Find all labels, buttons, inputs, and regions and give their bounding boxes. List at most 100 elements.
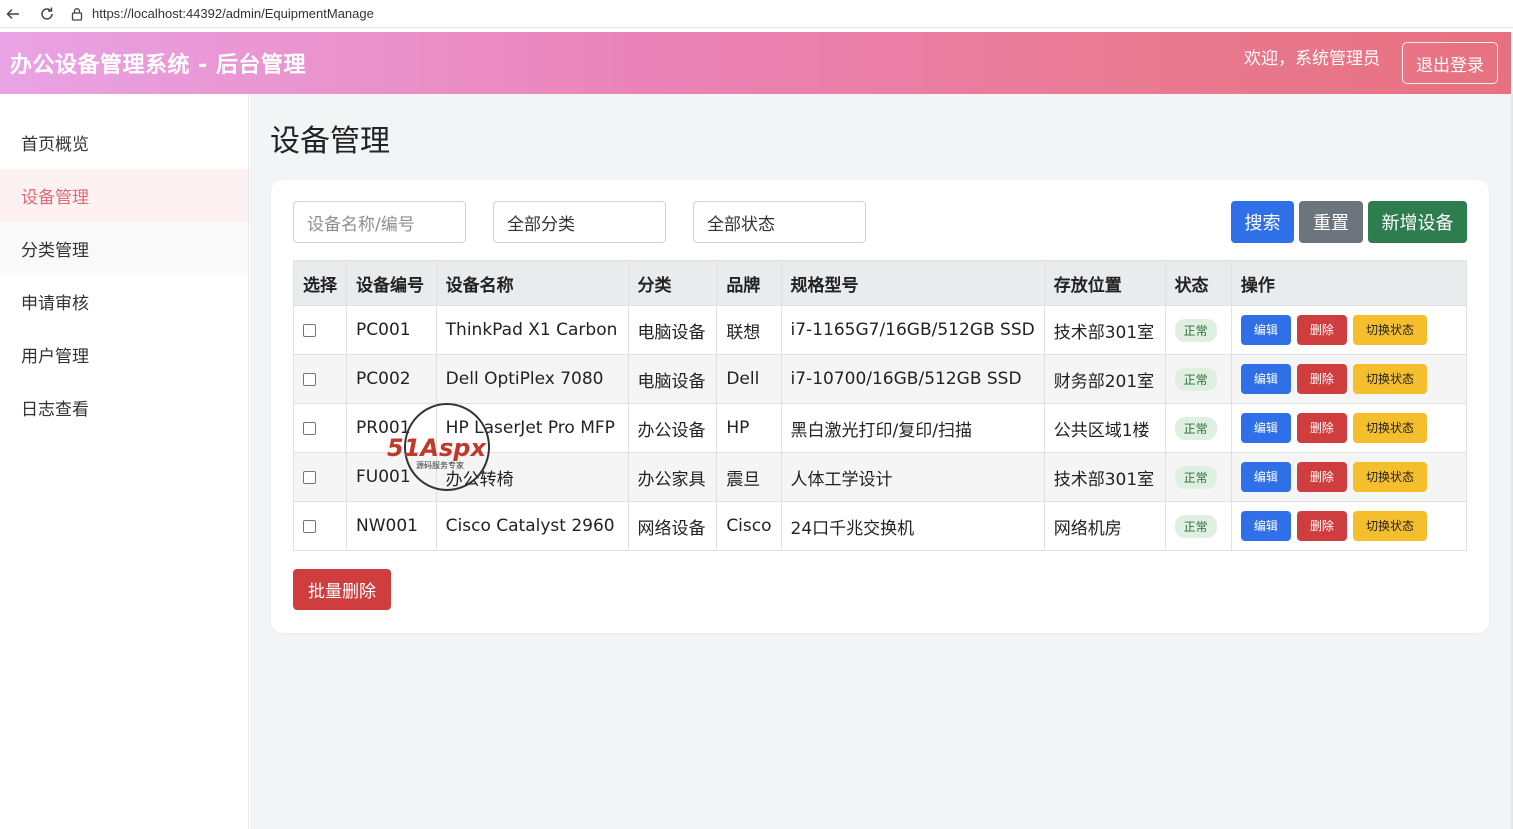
header-code: 设备编号 (346, 260, 437, 306)
header-spec: 规格型号 (780, 260, 1045, 306)
cell-spec: 人体工学设计 (780, 452, 1045, 502)
url-text: https://localhost:44392/admin/EquipmentM… (92, 6, 374, 21)
delete-button[interactable]: 删除 (1296, 315, 1347, 345)
row-checkbox[interactable] (303, 372, 316, 386)
delete-button[interactable]: 删除 (1296, 413, 1347, 443)
main-content: 设备管理 设备名称/编号 全部分类 全部状态 搜索 重置 新增设备 选择 设备编… (250, 94, 1511, 829)
cell-location: 技术部301室 (1043, 452, 1166, 502)
toggle-status-button[interactable]: 切换状态 (1352, 315, 1427, 345)
sidebar-item-approvals[interactable]: 申请审核 (0, 275, 248, 328)
delete-button[interactable]: 删除 (1296, 511, 1347, 541)
sidebar: 首页概览 设备管理 分类管理 申请审核 用户管理 日志查看 (0, 94, 249, 829)
edit-button[interactable]: 编辑 (1240, 315, 1291, 345)
sidebar-item-users[interactable]: 用户管理 (0, 328, 248, 381)
cell-location: 公共区域1楼 (1043, 403, 1166, 453)
cell-code: FU001 (346, 452, 437, 502)
cell-name: 办公转椅 (435, 452, 629, 502)
status-badge: 正常 (1174, 318, 1217, 342)
row-checkbox[interactable] (303, 421, 316, 435)
cell-brand: HP (716, 403, 782, 453)
row-checkbox[interactable] (303, 470, 316, 484)
row-checkbox[interactable] (303, 323, 316, 337)
sidebar-item-logs[interactable]: 日志查看 (0, 381, 248, 434)
filter-row: 设备名称/编号 全部分类 全部状态 搜索 重置 新增设备 (293, 201, 1467, 243)
toggle-status-button[interactable]: 切换状态 (1352, 413, 1427, 443)
cell-spec: i7-10700/16GB/512GB SSD (780, 354, 1045, 404)
cell-category: 网络设备 (627, 501, 718, 551)
reload-icon (41, 7, 53, 20)
edit-button[interactable]: 编辑 (1240, 462, 1291, 492)
cell-name: Dell OptiPlex 7080 (435, 354, 629, 404)
equipment-table: 选择 设备编号 设备名称 分类 品牌 规格型号 存放位置 状态 操作 PC001… (293, 260, 1468, 551)
reset-button[interactable]: 重置 (1299, 201, 1363, 243)
header-actions: 操作 (1230, 260, 1468, 306)
url-field[interactable]: https://localhost:44392/admin/EquipmentM… (70, 6, 374, 21)
cell-location: 财务部201室 (1043, 354, 1166, 404)
status-badge: 正常 (1174, 367, 1217, 391)
cell-brand: 震旦 (716, 452, 782, 502)
status-badge: 正常 (1174, 416, 1217, 440)
table-row: PC002 Dell OptiPlex 7080 电脑设备 Dell i7-10… (293, 354, 1468, 404)
header-brand: 品牌 (716, 260, 782, 306)
bulk-delete-button[interactable]: 批量删除 (293, 569, 391, 610)
delete-button[interactable]: 删除 (1296, 364, 1347, 394)
browser-address-bar: https://localhost:44392/admin/EquipmentM… (0, 0, 1513, 28)
app-title: 办公设备管理系统 - 后台管理 (10, 53, 306, 78)
edit-button[interactable]: 编辑 (1240, 511, 1291, 541)
status-badge: 正常 (1174, 514, 1217, 538)
cell-category: 电脑设备 (627, 305, 718, 355)
welcome-text: 欢迎，系统管理员 (1244, 48, 1380, 69)
cell-location: 网络机房 (1043, 501, 1166, 551)
table-row: NW001 Cisco Catalyst 2960 网络设备 Cisco 24口… (293, 501, 1468, 551)
cell-code: PR001 (346, 403, 437, 453)
edit-button[interactable]: 编辑 (1240, 364, 1291, 394)
cell-spec: 24口千兆交换机 (780, 501, 1045, 551)
equipment-card: 设备名称/编号 全部分类 全部状态 搜索 重置 新增设备 选择 设备编号 设备名… (271, 180, 1489, 633)
row-checkbox[interactable] (303, 519, 316, 533)
lock-icon (71, 7, 83, 21)
sidebar-item-dashboard[interactable]: 首页概览 (0, 116, 248, 169)
cell-name: ThinkPad X1 Carbon (435, 305, 629, 355)
cell-name: Cisco Catalyst 2960 (435, 501, 629, 551)
toggle-status-button[interactable]: 切换状态 (1352, 511, 1427, 541)
table-row: PR001 HP LaserJet Pro MFP 办公设备 HP 黑白激光打印… (293, 403, 1468, 453)
logout-button[interactable]: 退出登录 (1402, 42, 1498, 84)
cell-code: NW001 (346, 501, 437, 551)
header-name: 设备名称 (435, 260, 629, 306)
sidebar-item-categories[interactable]: 分类管理 (0, 222, 248, 275)
toggle-status-button[interactable]: 切换状态 (1352, 364, 1427, 394)
header-location: 存放位置 (1043, 260, 1166, 306)
search-button[interactable]: 搜索 (1231, 201, 1294, 243)
table-row: FU001 办公转椅 办公家具 震旦 人体工学设计 技术部301室 正常 编辑删… (293, 452, 1468, 502)
cell-code: PC002 (346, 354, 437, 404)
header-status: 状态 (1164, 260, 1232, 306)
add-equipment-button[interactable]: 新增设备 (1368, 201, 1467, 243)
back-button[interactable] (2, 3, 24, 25)
cell-spec: i7-1165G7/16GB/512GB SSD (780, 305, 1045, 355)
page-title: 设备管理 (270, 124, 390, 159)
cell-category: 办公家具 (627, 452, 718, 502)
header-select: 选择 (293, 260, 347, 306)
arrow-left-icon (6, 8, 19, 19)
toggle-status-button[interactable]: 切换状态 (1352, 462, 1427, 492)
cell-code: PC001 (346, 305, 437, 355)
cell-spec: 黑白激光打印/复印/扫描 (780, 403, 1045, 453)
cell-brand: Dell (716, 354, 782, 404)
cell-brand: 联想 (716, 305, 782, 355)
category-select[interactable]: 全部分类 (493, 201, 666, 243)
search-input[interactable]: 设备名称/编号 (293, 201, 466, 243)
delete-button[interactable]: 删除 (1296, 462, 1347, 492)
app-header: 办公设备管理系统 - 后台管理 欢迎，系统管理员 退出登录 (0, 32, 1511, 94)
cell-category: 电脑设备 (627, 354, 718, 404)
cell-brand: Cisco (716, 501, 782, 551)
header-category: 分类 (627, 260, 718, 306)
sidebar-item-equipment[interactable]: 设备管理 (0, 169, 248, 222)
header-right: 欢迎，系统管理员 退出登录 (1244, 42, 1498, 84)
table-header-row: 选择 设备编号 设备名称 分类 品牌 规格型号 存放位置 状态 操作 (293, 260, 1468, 306)
status-select[interactable]: 全部状态 (693, 201, 866, 243)
reload-button[interactable] (36, 3, 58, 25)
edit-button[interactable]: 编辑 (1240, 413, 1291, 443)
cell-category: 办公设备 (627, 403, 718, 453)
status-badge: 正常 (1174, 465, 1217, 489)
table-row: PC001 ThinkPad X1 Carbon 电脑设备 联想 i7-1165… (293, 305, 1468, 355)
